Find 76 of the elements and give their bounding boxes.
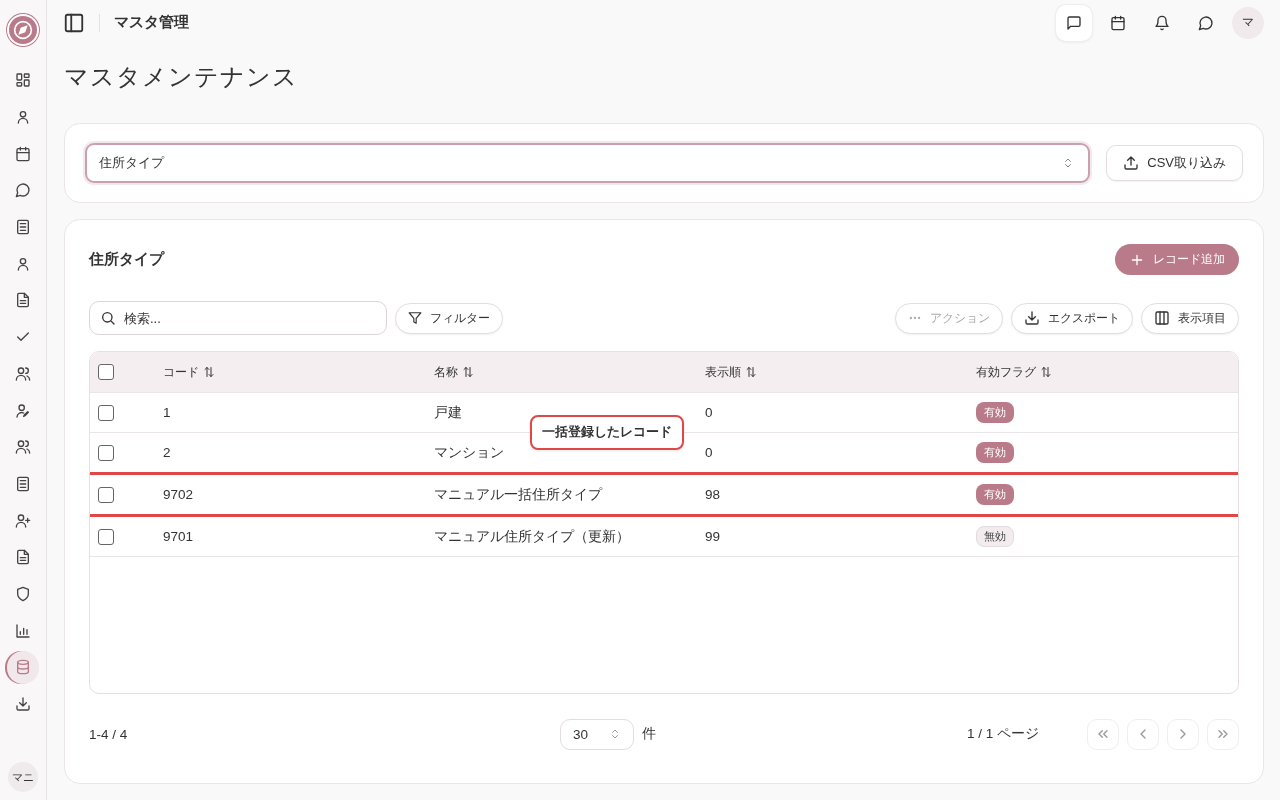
chevron-updown-icon bbox=[609, 728, 621, 740]
sort-icon bbox=[462, 366, 474, 378]
columns-button[interactable]: 表示項目 bbox=[1141, 302, 1239, 334]
csv-import-button[interactable]: CSV取り込み bbox=[1106, 145, 1243, 181]
download-icon bbox=[15, 696, 31, 713]
sidebar-toggle-icon bbox=[63, 11, 85, 34]
column-header[interactable]: 表示順 bbox=[705, 363, 757, 381]
status-badge: 有効 bbox=[976, 442, 1014, 463]
table-cell: 9701 bbox=[163, 529, 194, 544]
file-icon bbox=[15, 292, 31, 309]
shield-icon bbox=[15, 585, 31, 602]
user-icon bbox=[15, 255, 31, 272]
chat-bubble-icon bbox=[1198, 14, 1214, 31]
search-input[interactable]: 検索... bbox=[124, 310, 376, 326]
dashboard-icon bbox=[15, 72, 31, 89]
table-cell: マンション bbox=[434, 444, 504, 460]
calendar-icon bbox=[15, 145, 31, 162]
user-icon bbox=[15, 109, 31, 126]
users-icon bbox=[15, 365, 31, 382]
users-icon bbox=[15, 439, 31, 456]
page-indicator: 1 / 1 ページ bbox=[966, 725, 1039, 743]
user-avatar[interactable]: マ bbox=[1232, 6, 1264, 39]
sort-icon bbox=[745, 366, 757, 378]
table-cell: 戸建 bbox=[434, 404, 462, 420]
row-checkbox[interactable] bbox=[98, 444, 114, 461]
status-badge: 有効 bbox=[976, 484, 1014, 505]
search-bar[interactable]: 検索... bbox=[89, 301, 387, 335]
unit-label: 件 bbox=[642, 725, 656, 743]
sidebar-toggle-button[interactable] bbox=[63, 11, 85, 34]
columns-icon bbox=[1154, 310, 1170, 326]
table-cell: 0 bbox=[705, 405, 713, 420]
user-edit-icon bbox=[15, 402, 31, 419]
bar-chart-icon bbox=[15, 622, 31, 639]
sort-icon bbox=[1040, 366, 1052, 378]
table-cell: 98 bbox=[705, 487, 721, 502]
row-checkbox[interactable] bbox=[98, 528, 114, 545]
database-icon bbox=[15, 659, 31, 676]
select-all-checkbox[interactable] bbox=[98, 364, 114, 380]
table-cell: マニュアル一括住所タイプ bbox=[434, 486, 602, 502]
status-badge: 無効 bbox=[976, 526, 1014, 547]
sort-icon bbox=[203, 366, 215, 378]
download-icon bbox=[1024, 310, 1040, 326]
document-icon bbox=[15, 219, 31, 236]
status-badge: 有効 bbox=[976, 402, 1014, 423]
user-avatar[interactable]: マニ bbox=[8, 762, 38, 792]
master-select[interactable]: 住所タイプ bbox=[85, 143, 1091, 183]
row-checkbox[interactable] bbox=[98, 404, 114, 421]
column-header[interactable]: コード bbox=[163, 363, 215, 381]
search-icon bbox=[100, 310, 116, 326]
record-range: 1-4 / 4 bbox=[89, 726, 129, 742]
section-title: 住所タイプ bbox=[89, 250, 164, 269]
header-title: マスタ管理 bbox=[114, 13, 189, 32]
table-cell: 9702 bbox=[163, 487, 194, 502]
filter-icon bbox=[408, 311, 422, 325]
user-plus-icon bbox=[15, 512, 31, 529]
calendar-icon bbox=[1110, 14, 1126, 31]
table-cell: 1 bbox=[163, 405, 171, 420]
table-cell: 99 bbox=[705, 529, 721, 544]
column-header[interactable]: 有効フラグ bbox=[976, 363, 1052, 381]
chat-bubble-icon bbox=[15, 182, 31, 199]
column-header[interactable]: 名称 bbox=[434, 363, 474, 381]
upload-icon bbox=[1123, 155, 1140, 171]
table-cell: マニュアル住所タイプ（更新） bbox=[434, 528, 630, 544]
compass-logo-icon[interactable] bbox=[9, 16, 37, 44]
export-button[interactable]: エクスポート bbox=[1011, 302, 1133, 334]
row-checkbox[interactable] bbox=[98, 486, 114, 503]
table-cell: 2 bbox=[163, 445, 171, 460]
bell-icon bbox=[1154, 14, 1170, 31]
page-title: マスタメンテナンス bbox=[64, 62, 299, 92]
table-cell: 0 bbox=[705, 445, 713, 460]
message-button[interactable] bbox=[1056, 4, 1092, 41]
document-icon bbox=[15, 475, 31, 492]
callout-tooltip: 一括登録したレコード bbox=[530, 415, 684, 450]
file-icon bbox=[15, 549, 31, 566]
filter-button[interactable]: フィルター bbox=[395, 302, 503, 334]
page-size-select[interactable]: 30 bbox=[560, 718, 634, 750]
